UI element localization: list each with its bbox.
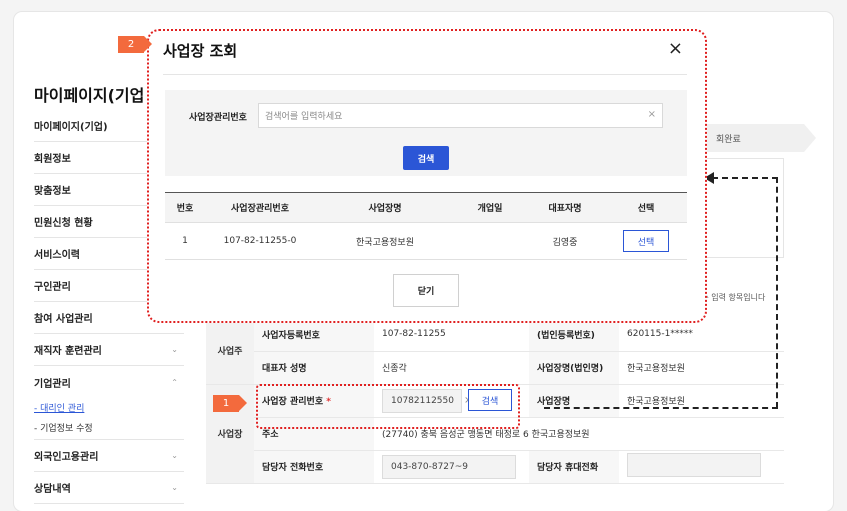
sidebar-item-label: 기업관리: [34, 378, 71, 390]
col-header: 선택: [605, 192, 687, 223]
chevron-down-icon: ⌄: [171, 483, 178, 492]
clear-icon[interactable]: ×: [648, 109, 656, 120]
sidebar-item-label: 마이페이지(기업): [34, 122, 108, 133]
sidebar-item-label: 서비스이력: [34, 250, 80, 261]
search-label: 사업장관리번호: [189, 113, 247, 123]
rep-value: 신종각: [374, 351, 529, 385]
results-table: 번호 사업장관리번호 사업장명 개업일 대표자명 선택 1 107-82-112…: [165, 192, 687, 260]
rep-label: 대표자 성명: [254, 351, 374, 385]
highlight-site-number: [256, 384, 520, 429]
sidebar-item-consult[interactable]: 상담내역 ⌄: [34, 472, 184, 504]
site-name-value: 한국고용정보원: [619, 384, 784, 418]
mobile-label: 담당자 휴대전화: [529, 450, 619, 484]
chevron-down-icon: ⌄: [171, 345, 178, 354]
search-input[interactable]: 검색어를 입력하세요 ×: [258, 103, 663, 128]
mobile-cell: [619, 450, 784, 484]
connector-line: [776, 177, 778, 408]
sidebar-subitem-company-edit[interactable]: - 기업정보 수정: [34, 416, 184, 440]
chevron-up-icon: ⌃: [171, 377, 178, 387]
col-header: 사업장관리번호: [205, 192, 315, 223]
table-row: 1 107-82-11255-0 한국고용정보원 김영중 선택: [165, 222, 687, 260]
page-title: 마이페이지(기업: [34, 86, 145, 105]
step-badge-1: 1: [213, 395, 247, 412]
sidebar-item-foreign[interactable]: 외국인고용관리 ⌄: [34, 440, 184, 472]
col-header: 번호: [165, 192, 205, 223]
search-placeholder: 검색어를 입력하세요: [265, 112, 343, 122]
group-owner: 사업주: [206, 318, 254, 385]
background-panel: [704, 158, 784, 258]
col-header: 개업일: [455, 192, 525, 223]
col-header: 사업장명: [315, 192, 455, 223]
mobile-field[interactable]: [627, 453, 761, 477]
sidebar-item-training[interactable]: 재직자 훈련관리 ⌄: [34, 334, 184, 366]
phone-cell: 043-870-8727~9: [374, 450, 529, 484]
biz-name-label: 사업장명(법인명): [529, 351, 619, 385]
row-select-cell: 선택: [605, 222, 687, 260]
status-step: 회완료: [694, 124, 816, 152]
search-panel: 사업장관리번호 검색어를 입력하세요 × 검색: [165, 90, 687, 176]
modal-title: 사업장 조회: [163, 42, 238, 60]
chevron-down-icon: ⌄: [171, 451, 178, 460]
sidebar-item-label: 상담내역: [34, 484, 71, 495]
sidebar-item-label: 구인관리: [34, 282, 71, 293]
sidebar-item-label: 회원정보: [34, 154, 71, 165]
sidebar-item-label: 재직자 훈련관리: [34, 346, 102, 357]
divider: [163, 74, 687, 75]
row-open-date: [455, 222, 525, 260]
site-lookup-modal: 사업장 조회 × 사업장관리번호 검색어를 입력하세요 × 검색 번호 사업장관…: [147, 29, 707, 323]
col-header: 대표자명: [525, 192, 605, 223]
close-icon[interactable]: ×: [668, 38, 683, 59]
sidebar-item-label: 참여 사업관리: [34, 314, 93, 325]
phone-label: 담당자 전화번호: [254, 450, 374, 484]
biz-name-value: 한국고용정보원: [619, 351, 784, 385]
search-button[interactable]: 검색: [403, 146, 449, 170]
step-badge-2: 2: [118, 36, 152, 53]
site-name-label: 사업장명: [529, 384, 619, 418]
connector-line: [712, 177, 778, 179]
close-button[interactable]: 닫기: [393, 274, 459, 307]
sidebar-subitem-agent[interactable]: - 대리인 관리: [34, 398, 184, 416]
sidebar-item-label: 외국인고용관리: [34, 452, 99, 463]
select-button[interactable]: 선택: [623, 230, 669, 252]
sidebar-item-label: 맞춤정보: [34, 186, 71, 197]
phone-field[interactable]: 043-870-8727~9: [382, 454, 516, 479]
row-no: 1: [165, 222, 205, 260]
row-site-no: 107-82-11255-0: [205, 222, 315, 260]
sidebar-item-company[interactable]: 기업관리 ⌃: [34, 366, 184, 398]
row-site-name: 한국고용정보원: [315, 222, 455, 260]
connector-line: [544, 407, 778, 409]
row-rep: 김영중: [525, 222, 605, 260]
sidebar-item-label: 민원신청 현황: [34, 218, 93, 229]
